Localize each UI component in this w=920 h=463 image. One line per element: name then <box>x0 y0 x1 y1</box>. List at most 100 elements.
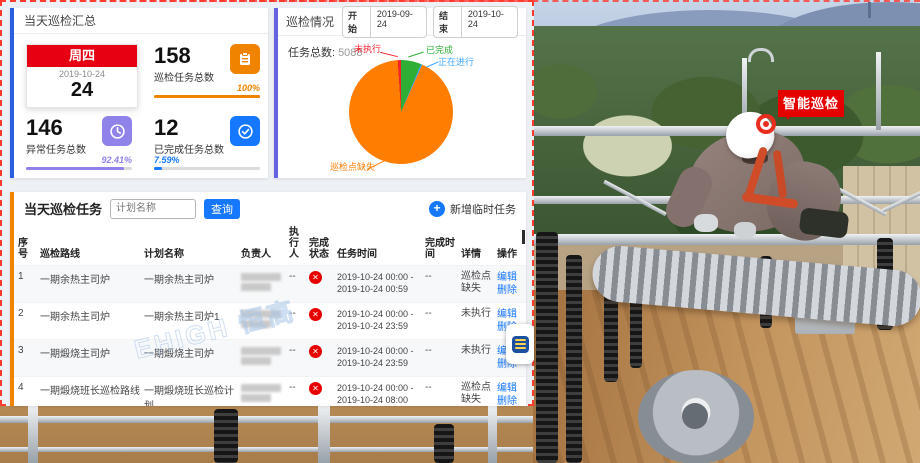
cell-executor: -- <box>289 308 309 319</box>
cell-route: 一期煅烧班长巡检路线 <box>40 382 144 397</box>
clipboard-icon <box>230 44 260 74</box>
panel-inspection-situation: 巡检情况 开始 2019-09-24 结束 2019-10-24 任务总数:50… <box>274 8 526 178</box>
column-header: 详情 <box>461 249 497 260</box>
calendar-weekday: 周四 <box>27 45 137 67</box>
photo-insulator-column <box>434 424 454 463</box>
photo-tower <box>868 2 871 18</box>
photo-insulator-disc <box>638 370 754 463</box>
cell-task-time: 2019-10-24 00:00 -2019-10-24 23:59 <box>337 345 425 369</box>
column-header: 巡检路线 <box>40 249 144 260</box>
column-header: 任务时间 <box>337 249 425 260</box>
start-date-label: 开始 <box>343 7 371 37</box>
column-header: 完成状态 <box>309 238 337 260</box>
delete-link[interactable]: 删除 <box>497 284 524 297</box>
panel-header: 巡检情况 开始 2019-09-24 结束 2019-10-24 <box>278 8 526 36</box>
column-header: 操作 <box>497 249 524 260</box>
cell-index: 3 <box>18 345 40 356</box>
floating-widget[interactable] <box>506 324 534 364</box>
column-header: 执行人 <box>289 227 309 260</box>
cell-status: ✕ <box>309 345 337 358</box>
cell-plan-name: 一期煅烧班长巡检计划 <box>144 382 241 406</box>
edit-link[interactable]: 编辑 <box>497 382 524 395</box>
stat-progress-bar: 100% <box>154 95 260 98</box>
end-date-value[interactable]: 2019-10-24 <box>462 7 517 37</box>
table-row: 3一期煅烧主司炉一期煅烧主司炉--✕2019-10-24 00:00 -2019… <box>14 339 526 376</box>
edit-link[interactable]: 编辑 <box>497 271 524 284</box>
cell-plan-name: 一期煅烧主司炉 <box>144 345 241 360</box>
plus-icon: + <box>429 201 445 217</box>
edit-link[interactable]: 编辑 <box>497 308 524 321</box>
calendar-card: 周四 2019-10-24 24 <box>26 44 138 108</box>
plan-name-search-input[interactable] <box>110 199 196 219</box>
scrollbar-thumb[interactable] <box>522 230 525 244</box>
worker-glove <box>694 214 718 232</box>
end-date-label: 结束 <box>434 7 462 37</box>
start-date-picker[interactable]: 开始 2019-09-24 <box>342 6 427 38</box>
add-temp-task-label: 新增临时任务 <box>450 201 516 217</box>
cell-operations: 编辑删除 <box>497 382 524 406</box>
table-body: 1一期余热主司炉一期余热主司炉--✕2019-10-24 00:00 -2019… <box>14 265 526 406</box>
cell-owner <box>241 271 289 293</box>
stat-percent: 92.41% <box>101 155 132 165</box>
cell-route: 一期余热主司炉 <box>40 308 144 323</box>
photo-pole <box>28 405 38 463</box>
legend-leader-line <box>408 52 424 58</box>
cell-index: 2 <box>18 308 40 319</box>
cell-task-time: 2019-10-24 00:00 -2019-10-24 23:59 <box>337 308 425 332</box>
cell-owner <box>241 382 289 404</box>
column-header: 计划名称 <box>144 249 241 260</box>
query-button[interactable]: 查询 <box>204 199 240 219</box>
column-header: 完成时间 <box>425 238 461 260</box>
legend-leader-line <box>380 52 398 57</box>
photo-tag-label: 智能巡检 <box>778 90 844 117</box>
cell-route: 一期煅烧主司炉 <box>40 345 144 360</box>
worker-glove <box>734 222 756 238</box>
stat-progress-bar: 92.41% <box>26 167 132 170</box>
photo-insulator-column <box>214 409 238 463</box>
pie-chart <box>349 60 453 164</box>
cell-owner <box>241 345 289 367</box>
legend-label: 正在进行 <box>438 55 474 68</box>
beacon-icon <box>756 114 776 134</box>
cell-task-time: 2019-10-24 00:00 -2019-10-24 00:59 <box>337 271 425 295</box>
stat-card: 146异常任务总数92.41% <box>26 116 132 170</box>
photo-pole <box>876 52 881 130</box>
status-failed-icon: ✕ <box>309 345 322 358</box>
cell-finish-time: -- <box>425 271 461 282</box>
table-row: 1一期余热主司炉一期余热主司炉--✕2019-10-24 00:00 -2019… <box>14 265 526 302</box>
cell-plan-name: 一期余热主司炉1 <box>144 308 241 323</box>
stat-card: 12已完成任务总数7.59% <box>154 116 260 170</box>
status-failed-icon: ✕ <box>309 308 322 321</box>
task-total: 任务总数:5088 <box>288 44 363 60</box>
stat-percent: 100% <box>237 83 260 93</box>
table-row: 2一期余热主司炉一期余热主司炉1--✕2019-10-24 00:00 -201… <box>14 302 526 339</box>
photo-insulator-column <box>566 255 582 463</box>
cell-executor: -- <box>289 345 309 356</box>
start-date-value[interactable]: 2019-09-24 <box>371 7 426 37</box>
photo-pole <box>488 405 497 463</box>
cell-operations: 编辑删除 <box>497 271 524 297</box>
cell-finish-time: -- <box>425 345 461 356</box>
cell-status: ✕ <box>309 382 337 395</box>
add-temp-task-button[interactable]: + 新增临时任务 <box>429 201 516 217</box>
status-failed-icon: ✕ <box>309 271 322 284</box>
cell-executor: -- <box>289 271 309 282</box>
cell-status: ✕ <box>309 271 337 284</box>
cell-finish-time: -- <box>425 308 461 319</box>
cell-route: 一期余热主司炉 <box>40 271 144 286</box>
cell-task-time: 2019-10-24 00:00 -2019-10-24 08:00 <box>337 382 425 406</box>
cell-detail: 巡检点缺失 <box>461 382 497 406</box>
panel-title: 当天巡检汇总 <box>14 8 268 34</box>
delete-link[interactable]: 删除 <box>497 395 524 406</box>
stat-percent: 7.59% <box>154 155 180 165</box>
legend-label: 巡检点缺失 <box>330 160 375 173</box>
panel-title: 巡检情况 <box>286 13 334 30</box>
legend-leader-line <box>426 61 438 67</box>
screen: 智能巡检 当天巡检汇总 周四 2019-10-24 24 158巡检任务总数10… <box>0 0 920 463</box>
cell-detail: 巡检点缺失 <box>461 271 497 295</box>
clock-icon <box>102 116 132 146</box>
end-date-picker[interactable]: 结束 2019-10-24 <box>433 6 518 38</box>
table-header-row: 序号巡检路线计划名称负责人执行人完成状态任务时间完成时间详情操作 <box>14 225 526 265</box>
table-row: 4一期煅烧班长巡检路线一期煅烧班长巡检计划--✕2019-10-24 00:00… <box>14 376 526 406</box>
cell-index: 1 <box>18 271 40 282</box>
